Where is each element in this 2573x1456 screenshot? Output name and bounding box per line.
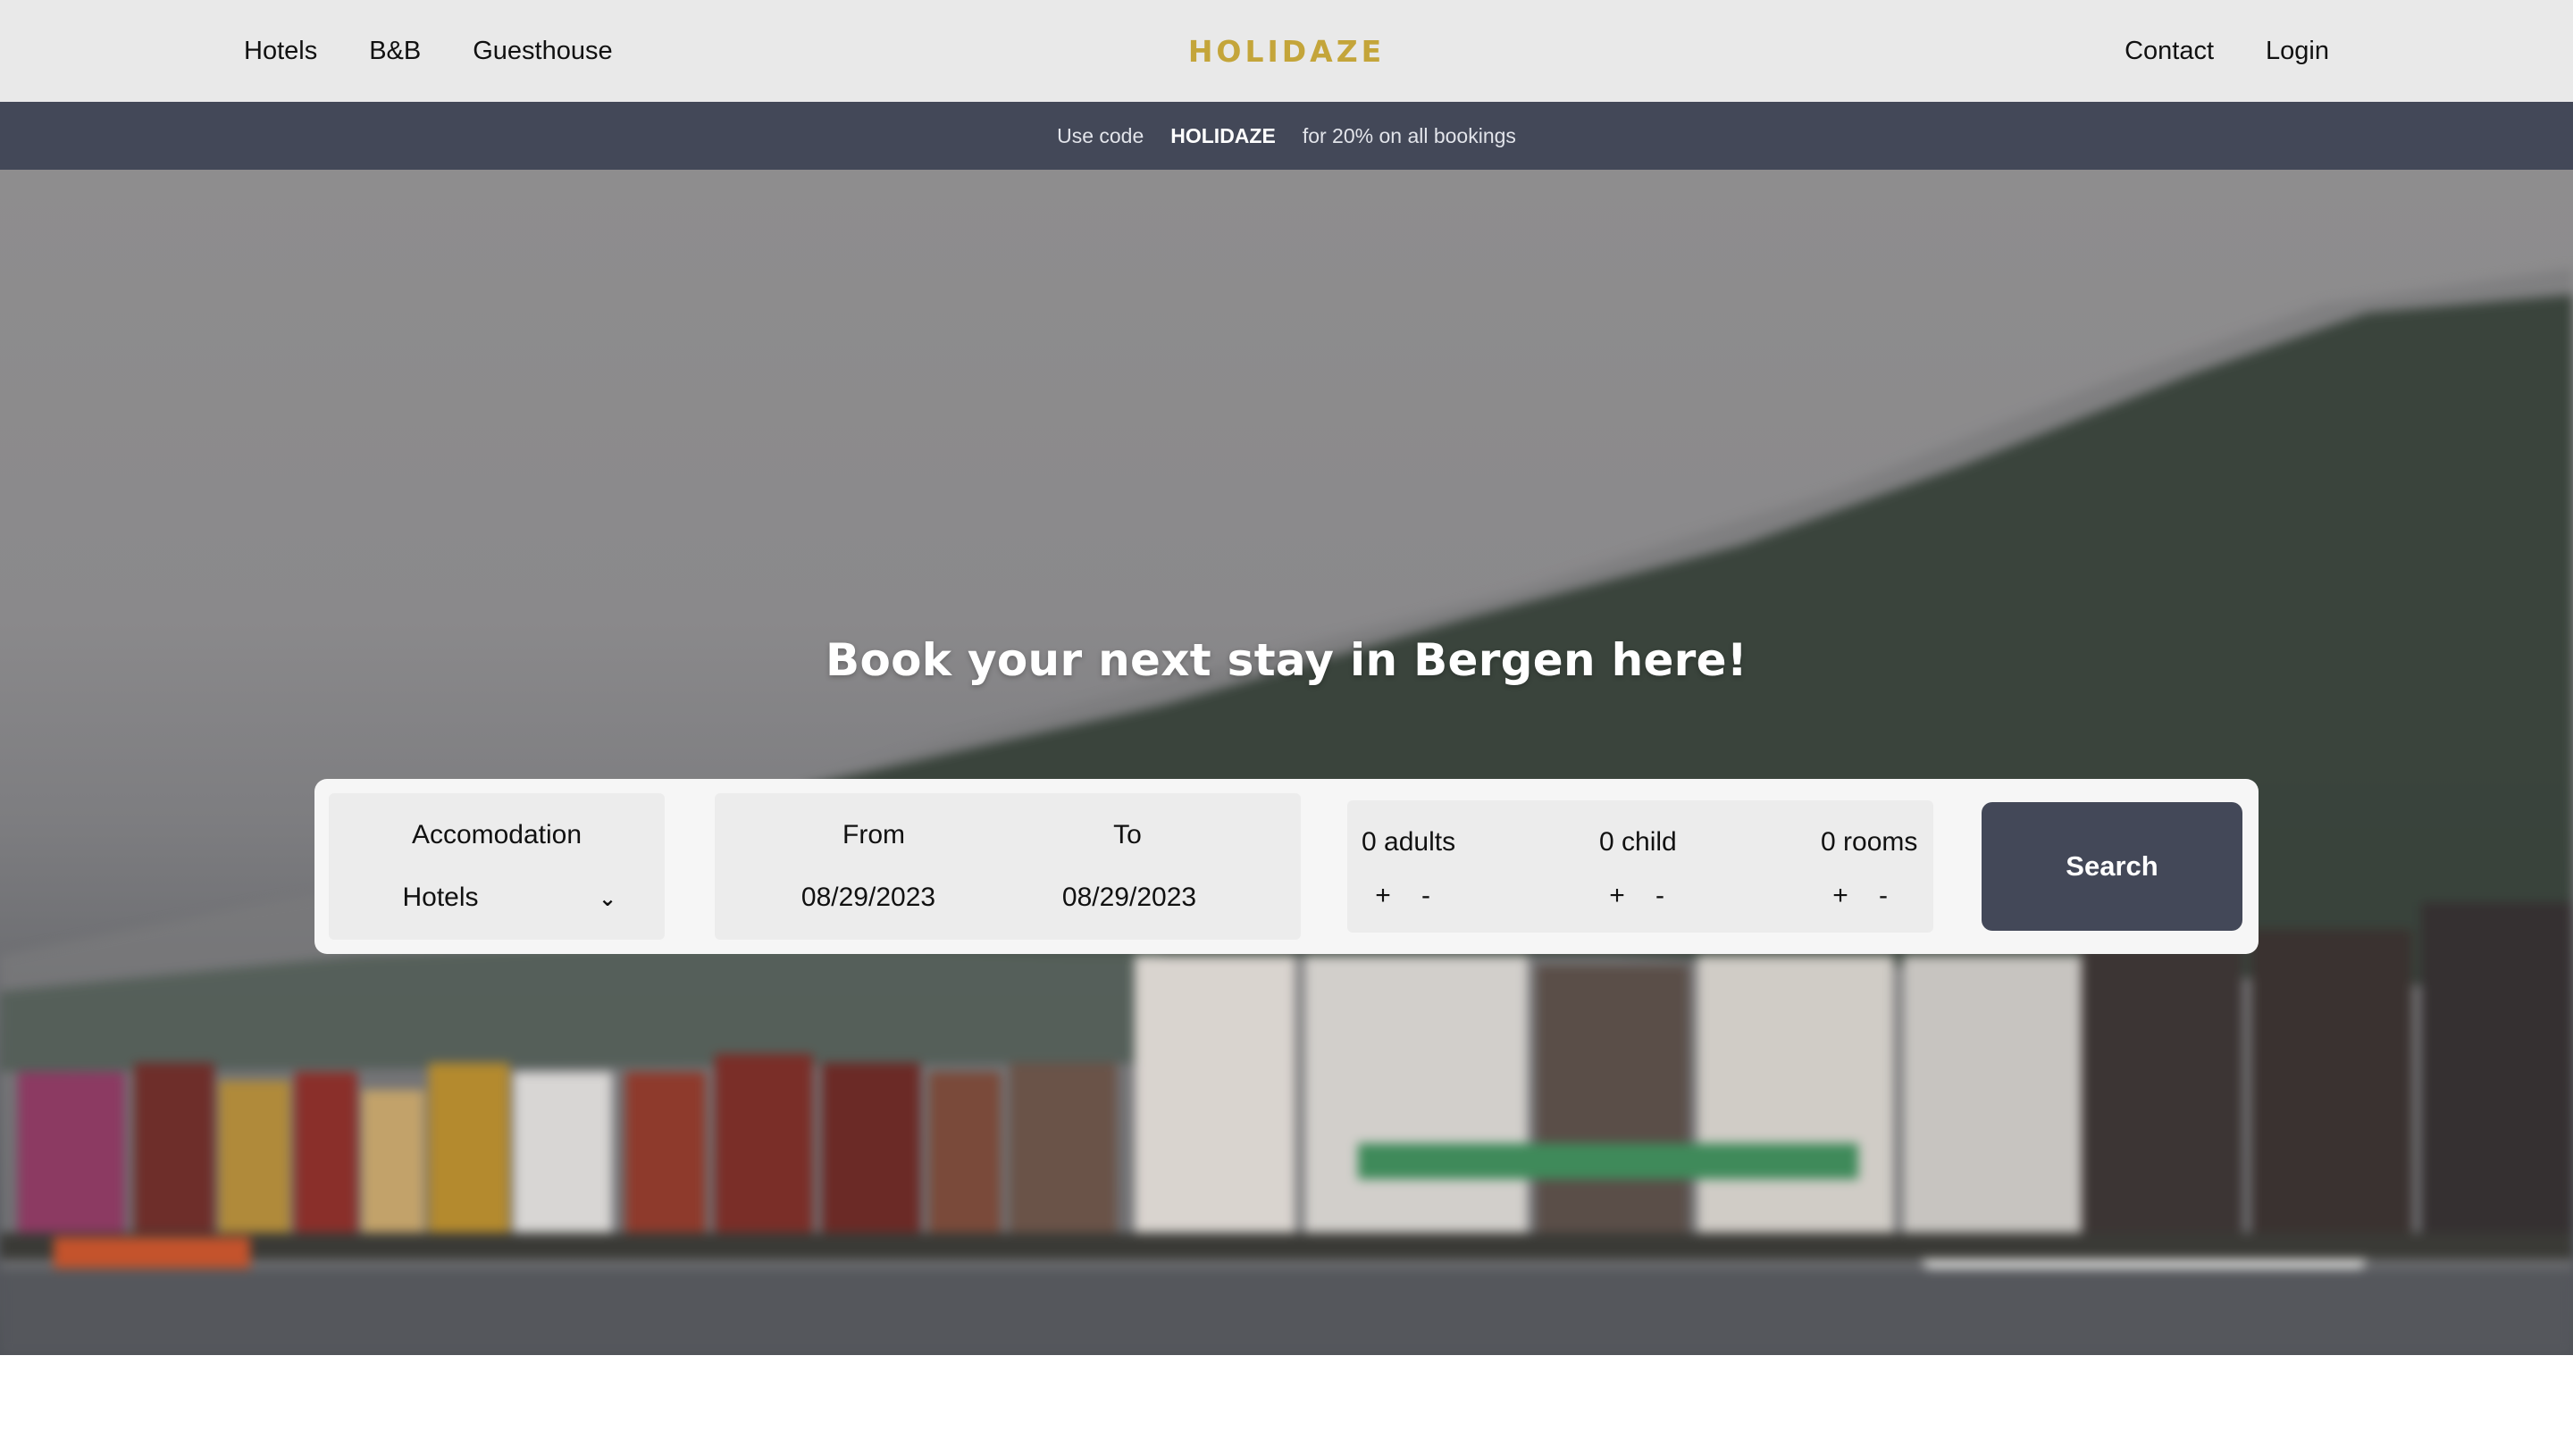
to-label: To bbox=[1113, 820, 1142, 849]
search-button[interactable]: Search bbox=[1982, 802, 2242, 931]
accommodation-value[interactable]: Hotels bbox=[373, 883, 507, 913]
booking-search-panel: Accomodation Hotels ⌄ From 08/29/2023 To… bbox=[314, 779, 2259, 954]
accommodation-select[interactable]: Accomodation Hotels ⌄ bbox=[329, 793, 665, 940]
site-logo[interactable]: HOLIDAZE bbox=[1188, 0, 1381, 102]
promo-suffix: for 20% on all bookings bbox=[1302, 123, 1516, 147]
promo-banner: Use code HOLIDAZE for 20% on all booking… bbox=[0, 102, 2573, 170]
rooms-count: 0 rooms bbox=[1821, 827, 1918, 857]
nav-link-contact[interactable]: Contact bbox=[2125, 37, 2214, 66]
promo-prefix: Use code bbox=[1057, 123, 1144, 147]
hero-background-image bbox=[0, 170, 2573, 1355]
to-date-input[interactable]: 08/29/2023 bbox=[1022, 883, 1236, 913]
adults-decrement-button[interactable]: - bbox=[1413, 881, 1438, 911]
nav-link-bnb[interactable]: B&B bbox=[369, 37, 421, 66]
rooms-increment-button[interactable]: + bbox=[1828, 881, 1853, 911]
nav-right: Contact Login bbox=[2125, 0, 2329, 102]
hero-section: Book your next stay in Bergen here! bbox=[0, 170, 2573, 1355]
guest-selector: 0 adults + - 0 child + - 0 rooms + - bbox=[1347, 800, 1933, 933]
child-count: 0 child bbox=[1599, 827, 1677, 857]
nav-left: Hotels B&B Guesthouse bbox=[244, 0, 613, 102]
accommodation-label: Accomodation bbox=[411, 820, 582, 849]
top-navigation: Hotels B&B Guesthouse HOLIDAZE Contact L… bbox=[0, 0, 2573, 102]
date-range: From 08/29/2023 To 08/29/2023 bbox=[715, 793, 1301, 940]
chevron-down-icon[interactable]: ⌄ bbox=[599, 886, 616, 912]
rooms-decrement-button[interactable]: - bbox=[1871, 881, 1896, 911]
nav-link-guesthouse[interactable]: Guesthouse bbox=[473, 37, 612, 66]
child-decrement-button[interactable]: - bbox=[1647, 881, 1672, 911]
from-label: From bbox=[842, 820, 905, 849]
nav-link-hotels[interactable]: Hotels bbox=[244, 37, 317, 66]
nav-link-login[interactable]: Login bbox=[2266, 37, 2329, 66]
child-increment-button[interactable]: + bbox=[1605, 881, 1630, 911]
from-date-input[interactable]: 08/29/2023 bbox=[761, 883, 976, 913]
promo-code: HOLIDAZE bbox=[1170, 123, 1276, 147]
adults-increment-button[interactable]: + bbox=[1370, 881, 1395, 911]
adults-count: 0 adults bbox=[1362, 827, 1456, 857]
page-content-below bbox=[0, 1355, 2573, 1456]
hero-title: Book your next stay in Bergen here! bbox=[826, 634, 1747, 686]
